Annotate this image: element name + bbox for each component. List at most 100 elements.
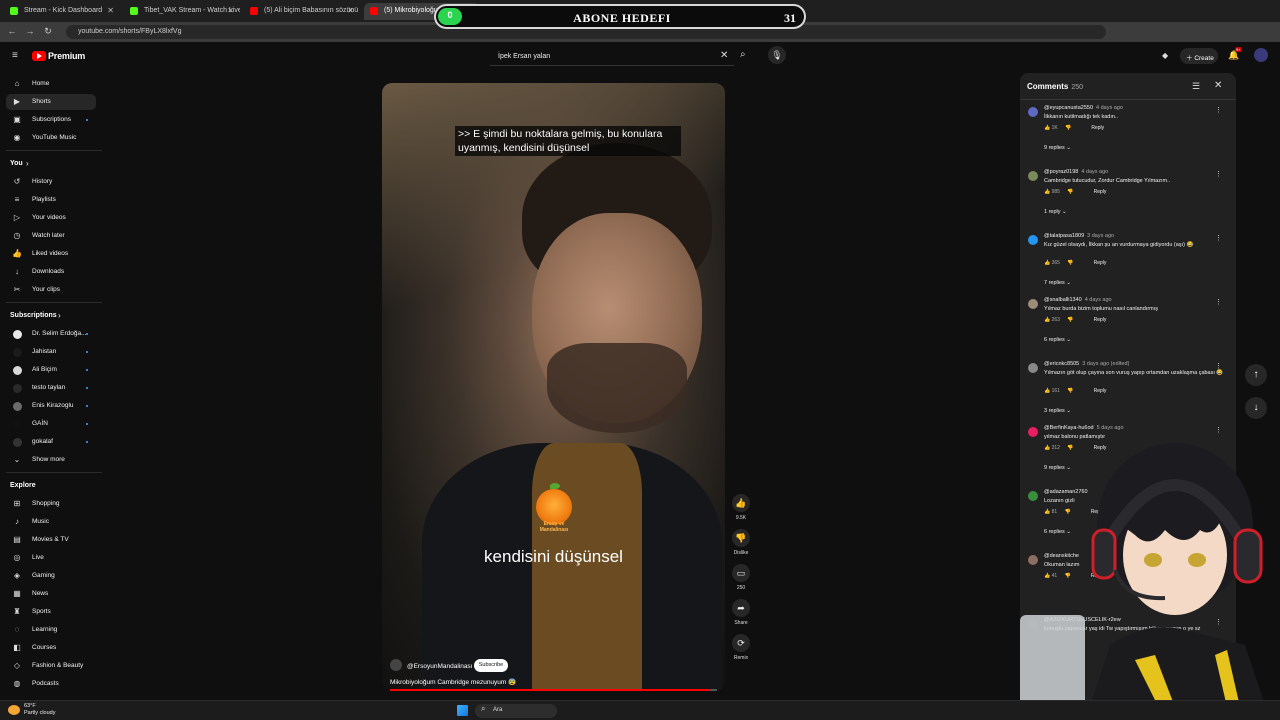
tab-close-icon[interactable]: ✕ <box>347 6 354 15</box>
comment-avatar[interactable] <box>1028 363 1038 373</box>
sidebar-item-courses[interactable]: ◧ Courses <box>6 640 96 656</box>
dislike-button[interactable]: 👎 Dislike <box>732 529 750 556</box>
comments-button[interactable]: ▭ 250 <box>732 564 750 591</box>
view-replies-button[interactable]: 1 reply ⌄ <box>1044 209 1067 215</box>
share-button[interactable]: ➦ Share <box>732 599 750 626</box>
thumbs-down-icon[interactable]: 👎 <box>1064 125 1071 131</box>
sidebar-item-shorts[interactable]: ▶ Shorts <box>6 94 96 110</box>
thumbs-up-icon[interactable]: 👍 <box>1044 388 1052 394</box>
menu-icon[interactable]: ≡ <box>12 50 18 61</box>
thumbs-down-icon[interactable]: 👎 <box>1066 317 1073 323</box>
reply-button[interactable]: Reply <box>1094 189 1107 195</box>
clear-search-icon[interactable]: ✕ <box>720 50 728 61</box>
reply-button[interactable]: Reply <box>1091 125 1104 131</box>
comment-avatar[interactable] <box>1028 107 1038 117</box>
forward-icon[interactable]: → <box>24 26 36 36</box>
search-icon[interactable]: ⌕ <box>740 49 746 60</box>
browser-tab[interactable]: Tibet_VAK Stream - Watch Live ✕ <box>124 3 240 20</box>
more-options-icon[interactable]: ⋮ <box>1215 298 1222 306</box>
reply-button[interactable]: Reply <box>1094 388 1107 394</box>
view-replies-button[interactable]: 7 replies ⌄ <box>1044 280 1071 286</box>
comment-author[interactable]: @eyupcanusta2550 4 days ago <box>1044 105 1123 111</box>
sidebar-item-show-more[interactable]: ⌄ Show more <box>6 452 96 468</box>
create-button[interactable]: ＋ Create <box>1180 48 1218 64</box>
sidebar-item-testo-taylan[interactable]: testo taylan <box>6 380 96 396</box>
shorts-video-player[interactable]: >> E şimdi bu noktalara gelmiş, bu konul… <box>382 83 725 691</box>
reply-button[interactable]: Reply <box>1094 317 1107 323</box>
thumbs-up-icon[interactable]: 👍 <box>1044 125 1052 131</box>
sidebar-item-movies-tv[interactable]: ▤ Movies & TV <box>6 532 96 548</box>
comment-author[interactable]: @talatpasa1809 3 days ago <box>1044 233 1114 239</box>
search-input[interactable]: İpek Ersan yalan <box>490 48 734 66</box>
reply-button[interactable]: Reply <box>1094 260 1107 266</box>
thumbs-down-icon[interactable]: 👎 <box>1066 260 1073 266</box>
view-replies-button[interactable]: 9 replies ⌄ <box>1044 145 1071 151</box>
sidebar-item-sports[interactable]: ♜ Sports <box>6 604 96 620</box>
more-options-icon[interactable]: ⋮ <box>1215 106 1222 114</box>
more-options-icon[interactable]: ⋮ <box>1215 170 1222 178</box>
subscribe-button[interactable]: Subscribe <box>474 659 508 672</box>
sidebar-item-home[interactable]: ⌂ Home <box>6 76 96 92</box>
sidebar-item-shopping[interactable]: ⊞ Shopping <box>6 496 96 512</box>
thumbs-up-icon[interactable]: 👍 <box>1044 260 1052 266</box>
sidebar-item-your-clips[interactable]: ✂ Your clips <box>6 282 96 298</box>
sidebar-item-subscriptions[interactable]: ▣ Subscriptions <box>6 112 96 128</box>
youtube-logo-icon[interactable] <box>32 51 46 61</box>
sort-icon[interactable]: ☰ <box>1192 81 1200 92</box>
sidebar-item-downloads[interactable]: ↓ Downloads <box>6 264 96 280</box>
sidebar-item-podcasts[interactable]: ◍ Podcasts <box>6 676 96 692</box>
cast-icon[interactable]: ◆ <box>1162 51 1168 60</box>
thumbs-up-icon[interactable]: 👍 <box>1044 317 1052 323</box>
thumbs-down-icon[interactable]: 👎 <box>1066 189 1073 195</box>
next-video-button[interactable]: ↓ <box>1245 397 1267 419</box>
video-progress-bar[interactable] <box>390 689 717 691</box>
sidebar-section-title[interactable]: You <box>10 160 23 167</box>
avatar[interactable] <box>1254 48 1268 62</box>
sidebar-item-watch-later[interactable]: ◷ Watch later <box>6 228 96 244</box>
tab-close-icon[interactable]: ✕ <box>107 6 114 15</box>
sidebar-item-playlists[interactable]: ≡ Playlists <box>6 192 96 208</box>
thumbs-down-icon[interactable]: 👎 <box>1066 388 1073 394</box>
sidebar-section-title[interactable]: Subscriptions <box>10 312 57 319</box>
sidebar-item-news[interactable]: ▦ News <box>6 586 96 602</box>
browser-tab[interactable]: (5) Ali biçim Babasının sözünü ✕ <box>244 3 360 20</box>
sidebar-section-title[interactable]: Explore <box>10 482 36 489</box>
sidebar-item-learning[interactable]: ◌ Learning <box>6 622 96 638</box>
sidebar-item-gokalaf[interactable]: gokalaf <box>6 434 96 450</box>
previous-video-button[interactable]: ↑ <box>1245 364 1267 386</box>
view-replies-button[interactable]: 6 replies ⌄ <box>1044 337 1071 343</box>
tab-close-icon[interactable]: ✕ <box>227 6 234 15</box>
comment-avatar[interactable] <box>1028 299 1038 309</box>
sidebar-item-gaming[interactable]: ◈ Gaming <box>6 568 96 584</box>
view-replies-button[interactable]: 3 replies ⌄ <box>1044 408 1071 414</box>
comment-author[interactable]: @ericnkc8505 3 days ago (edited) <box>1044 361 1129 367</box>
taskbar-search[interactable]: Ara <box>475 704 557 718</box>
sidebar-item-live[interactable]: ◎ Live <box>6 550 96 566</box>
more-options-icon[interactable]: ⋮ <box>1215 234 1222 242</box>
remix-button[interactable]: ⟳ Remix <box>732 634 750 661</box>
thumbs-up-icon[interactable]: 👍 <box>1044 189 1052 195</box>
voice-search-icon[interactable]: 🎙 <box>768 46 786 64</box>
sidebar-item-history[interactable]: ↺ History <box>6 174 96 190</box>
close-icon[interactable]: ✕ <box>1214 80 1222 91</box>
sidebar-item-jahistan[interactable]: Jahistan <box>6 344 96 360</box>
sidebar-item-gai-n[interactable]: GAİN <box>6 416 96 432</box>
comment-avatar[interactable] <box>1028 171 1038 181</box>
sidebar-item-your-videos[interactable]: ▷ Your videos <box>6 210 96 226</box>
reload-icon[interactable]: ↻ <box>42 26 54 37</box>
weather-widget[interactable]: 63°F Partly cloudy <box>24 703 56 717</box>
sidebar-item-liked-videos[interactable]: 👍 Liked videos <box>6 246 96 262</box>
browser-tab[interactable]: Stream - Kick Dashboard ✕ <box>4 3 120 20</box>
sidebar-item-enis-kirazoglu[interactable]: Enis Kirazoglu <box>6 398 96 414</box>
more-options-icon[interactable]: ⋮ <box>1215 362 1222 370</box>
back-icon[interactable]: ← <box>6 26 18 36</box>
comment-avatar[interactable] <box>1028 235 1038 245</box>
channel-avatar[interactable] <box>390 659 402 671</box>
sidebar-item-fashion-beauty[interactable]: ◇ Fashion & Beauty <box>6 658 96 674</box>
start-button[interactable] <box>457 705 468 716</box>
sidebar-item-music[interactable]: ♪ Music <box>6 514 96 530</box>
sidebar-item-youtube-music[interactable]: ◉ YouTube Music <box>6 130 96 146</box>
sidebar-item-ali-bi-im[interactable]: Ali Biçim <box>6 362 96 378</box>
channel-name[interactable]: @ErsoyunMandalinası <box>407 663 473 670</box>
comment-author[interactable]: @snalballi1340 4 days ago <box>1044 297 1112 303</box>
